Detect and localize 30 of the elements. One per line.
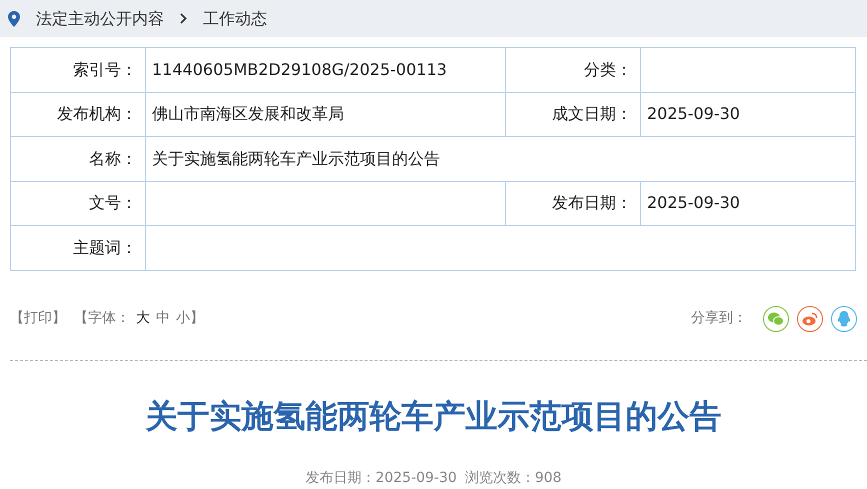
breadcrumb-current: 工作动态: [203, 8, 267, 30]
field-value: 关于实施氢能两轮车产业示范项目的公告: [146, 136, 856, 181]
penguin-icon[interactable]: [831, 306, 857, 332]
field-value: 2025-09-30: [640, 92, 856, 136]
eye-swirl-icon[interactable]: [797, 306, 823, 332]
share-label: 分享到：: [691, 309, 747, 328]
font-size-label: 【字体：: [74, 309, 130, 328]
location-pin-icon: [8, 10, 20, 26]
bracket-text: 】: [190, 309, 204, 328]
chevron-right-icon: [180, 13, 187, 24]
field-label: 成文日期：: [506, 92, 640, 136]
font-size-option[interactable]: 大: [136, 308, 150, 329]
field-label: 分类：: [506, 48, 640, 92]
field-label: 索引号：: [10, 48, 146, 92]
field-value: 11440605MB2D29108G/2025-00113: [146, 48, 506, 92]
font-size-option[interactable]: 小: [176, 308, 190, 329]
field-label: 发布日期：: [506, 181, 640, 226]
chat-bubbles-icon[interactable]: [763, 306, 789, 332]
field-label: 主题词：: [10, 226, 146, 270]
field-value: 2025-09-30: [640, 181, 856, 226]
field-label: 发布机构：: [10, 92, 146, 136]
publish-date: 发布日期：2025-09-30: [305, 468, 457, 488]
article-title: 关于实施氢能两轮车产业示范项目的公告: [144, 396, 722, 436]
field-label: 文号：: [10, 181, 146, 226]
font-size-option[interactable]: 中: [156, 308, 170, 329]
view-count: 浏览次数：908: [464, 468, 562, 488]
breadcrumb-link[interactable]: 法定主动公开内容: [36, 6, 164, 30]
field-label: 名称：: [10, 136, 146, 181]
print-link[interactable]: 【打印】: [10, 308, 66, 329]
field-value: 佛山市南海区发展和改革局: [146, 92, 506, 136]
